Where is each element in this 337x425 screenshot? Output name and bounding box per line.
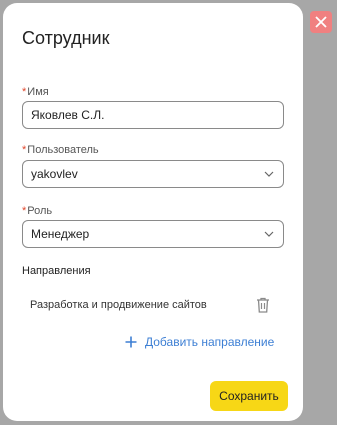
direction-item: Разработка и продвижение сайтов: [22, 291, 284, 319]
modal-title: Сотрудник: [22, 28, 110, 48]
required-mark: *: [22, 86, 27, 98]
chevron-down-icon: [263, 168, 275, 180]
save-button[interactable]: Сохранить: [210, 381, 288, 411]
required-mark: *: [22, 144, 27, 156]
user-select[interactable]: yakovlev: [22, 160, 284, 188]
role-label-text: Роль: [27, 205, 53, 217]
name-input[interactable]: Яковлев С.Л.: [22, 101, 284, 129]
trash-icon[interactable]: [255, 296, 271, 314]
name-input-value: Яковлев С.Л.: [31, 108, 105, 122]
add-direction-button[interactable]: Добавить направление: [124, 335, 274, 349]
user-select-value: yakovlev: [31, 167, 78, 181]
employee-modal: Сотрудник * Имя Яковлев С.Л. * Пользоват…: [3, 3, 303, 421]
plus-icon: [124, 335, 138, 349]
close-icon: [315, 16, 327, 28]
add-direction-label: Добавить направление: [145, 335, 275, 349]
role-label: * Роль: [22, 205, 52, 217]
role-select-value: Менеджер: [31, 227, 90, 241]
chevron-down-icon: [263, 228, 275, 240]
direction-label: Разработка и продвижение сайтов: [30, 299, 207, 311]
directions-title: Направления: [22, 265, 91, 277]
name-label-text: Имя: [27, 86, 49, 98]
user-label-text: Пользователь: [27, 144, 99, 156]
user-label: * Пользователь: [22, 144, 99, 156]
close-button[interactable]: [310, 11, 332, 33]
required-mark: *: [22, 205, 27, 217]
role-select[interactable]: Менеджер: [22, 220, 284, 248]
name-label: * Имя: [22, 86, 49, 98]
